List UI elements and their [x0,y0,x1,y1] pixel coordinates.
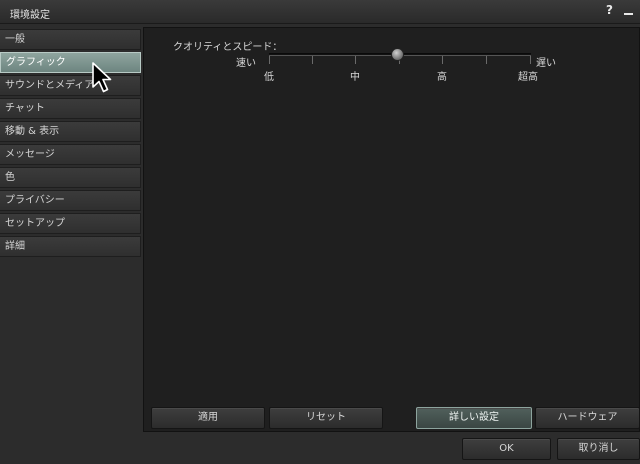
sidebar-item-colors[interactable]: 色 [0,167,141,188]
window-title: 環境設定 [10,10,50,21]
reset-button[interactable]: リセット [269,407,383,429]
ok-button[interactable]: OK [462,438,551,460]
sidebar-item-general[interactable]: 一般 [0,29,141,50]
slider-fast-label: 速い [236,58,256,69]
hardware-button[interactable]: ハードウェア [535,407,640,429]
sidebar-item-sound-media[interactable]: サウンドとメディア [0,75,141,96]
sidebar-item-graphics[interactable]: グラフィック [0,52,141,73]
sidebar-item-move-view[interactable]: 移動 & 表示 [0,121,141,142]
slider-slow-label: 遅い [536,58,556,69]
slider-tick [269,56,270,64]
sidebar-item-messages[interactable]: メッセージ [0,144,141,165]
settings-panel [143,27,640,432]
mouse-pointer-icon [92,62,112,93]
slider-tick [530,56,531,64]
tick-label-high: 高 [437,72,447,83]
sidebar-item-privacy[interactable]: プライバシー [0,190,141,211]
title-bar[interactable]: 環境設定 ? [0,0,640,24]
slider-tick [486,56,487,64]
apply-button[interactable]: 適用 [151,407,265,429]
help-icon[interactable]: ? [606,3,613,17]
sidebar-item-advanced[interactable]: 詳細 [0,236,141,257]
advanced-settings-button[interactable]: 詳しい設定 [416,407,532,429]
tick-label-medium: 中 [350,72,360,83]
sidebar-item-setup[interactable]: セットアップ [0,213,141,234]
slider-tick [355,56,356,64]
tick-label-ultra: 超高 [518,72,538,83]
quality-speed-label: クオリティとスピード： [173,42,283,53]
sidebar-item-chat[interactable]: チャット [0,98,141,119]
preferences-window: 環境設定 ? 一般 グラフィック サウンドとメディア チャット 移動 & 表示 … [0,0,640,464]
slider-tick [312,56,313,64]
tick-label-low: 低 [264,72,274,83]
cancel-button[interactable]: 取り消し [557,438,640,460]
quality-slider-thumb[interactable] [391,48,404,61]
minimize-icon[interactable] [624,13,633,15]
slider-tick [442,56,443,64]
